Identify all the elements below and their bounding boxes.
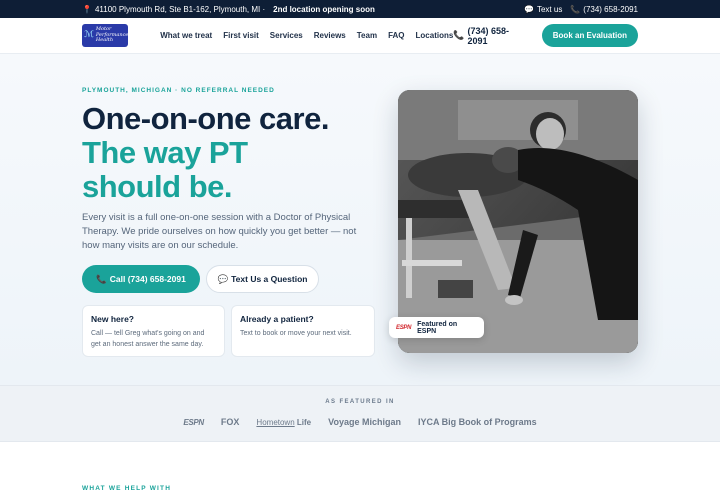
topbar-phone-link[interactable]: 📞 (734) 658-2091 — [570, 5, 638, 14]
phone-icon: 📞 — [453, 30, 465, 40]
address-text: 41100 Plymouth Rd, Ste B1-162, Plymouth,… — [94, 4, 266, 14]
therapy-photo-illustration — [398, 90, 638, 353]
press-logo-voyage-michigan: Voyage Michigan — [328, 417, 401, 427]
header-phone-label: (734) 658-2091 — [467, 25, 510, 46]
logo-text: Motor Performance Health — [95, 26, 129, 44]
hero-eyebrow: PLYMOUTH, MICHIGAN · NO REFERRAL NEEDED — [82, 87, 275, 94]
hero-photo — [398, 90, 638, 353]
badge-label: Featured on ESPN — [417, 320, 458, 335]
address[interactable]: 📍 41100 Plymouth Rd, Ste B1-162, Plymout… — [82, 5, 265, 14]
what-we-help-with-label: WHAT WE HELP WITH — [82, 485, 172, 492]
press-logos: ESPN FOX Hometown Life Voyage Michigan I… — [0, 417, 720, 427]
top-bar: 📍 41100 Plymouth Rd, Ste B1-162, Plymout… — [0, 0, 720, 18]
call-button-label: Call (734) 658-2091 — [109, 274, 186, 284]
phone-icon: 📞 — [570, 4, 581, 14]
phone-icon: 📞 — [96, 273, 107, 284]
header-phone-link[interactable]: 📞 (734) 658-2091 — [453, 26, 527, 46]
call-button[interactable]: 📞 Call (734) 658-2091 — [82, 265, 200, 293]
main-nav: What we treat First visit Services Revie… — [160, 31, 453, 40]
logo[interactable]: ℳ Motor Performance Health — [82, 24, 128, 47]
text-question-label: Text Us a Question — [231, 274, 308, 284]
press-logo-hometown-life: Hometown Life — [256, 418, 311, 427]
second-location-note: 2nd location opening soon — [273, 4, 375, 14]
featured-label: AS FEATURED IN — [325, 399, 395, 405]
hometown-word: Hometown — [256, 417, 295, 427]
press-logo-iyca: IYCA Big Book of Programs — [418, 417, 537, 427]
book-evaluation-button[interactable]: Book an Evaluation — [541, 24, 638, 47]
nav-faq[interactable]: FAQ — [388, 31, 404, 40]
chat-icon: 💬 — [524, 4, 534, 14]
nav-team[interactable]: Team — [357, 31, 377, 40]
nav-first-visit[interactable]: First visit — [223, 31, 259, 40]
espn-logo: ESPN — [396, 324, 412, 331]
nav-services[interactable]: Services — [270, 31, 303, 40]
map-pin-icon: 📍 — [82, 4, 92, 14]
chat-icon: 💬 — [217, 273, 229, 284]
site-header: ℳ Motor Performance Health What we treat… — [0, 18, 720, 54]
existing-patient-card: Already a patient? Text to book or move … — [231, 305, 375, 357]
featured-in-band: AS FEATURED IN ESPN FOX Hometown Life Vo… — [0, 385, 720, 442]
card-body: Text to book or move your next visit. — [240, 330, 352, 337]
hero-lead: Every visit is a full one-on-one session… — [82, 212, 357, 251]
card-title: New here? — [91, 314, 134, 324]
headline-line-2: The way PT should be. — [82, 135, 248, 204]
logo-mark-icon: ℳ — [84, 29, 94, 40]
espn-featured-badge: ESPN Featured on ESPN — [389, 317, 484, 338]
nav-what-we-treat[interactable]: What we treat — [160, 31, 212, 40]
card-title: Already a patient? — [240, 314, 314, 324]
press-logo-fox: FOX — [220, 417, 240, 427]
press-logo-espn: ESPN — [183, 417, 204, 427]
text-us-label: Text us — [536, 4, 563, 14]
nav-locations[interactable]: Locations — [416, 31, 454, 40]
card-body: Call — tell Greg what's going on and get… — [91, 330, 205, 348]
headline-line-1: One-on-one care. — [82, 101, 329, 136]
nav-reviews[interactable]: Reviews — [314, 31, 346, 40]
life-word: Life — [296, 417, 312, 427]
text-us-link[interactable]: 💬 Text us — [524, 5, 562, 14]
text-question-button[interactable]: 💬 Text Us a Question — [206, 265, 319, 293]
topbar-phone-label: (734) 658-2091 — [583, 4, 638, 14]
hero-headline: One-on-one care. The way PT should be. — [82, 102, 352, 204]
new-patient-card: New here? Call — tell Greg what's going … — [82, 305, 225, 357]
